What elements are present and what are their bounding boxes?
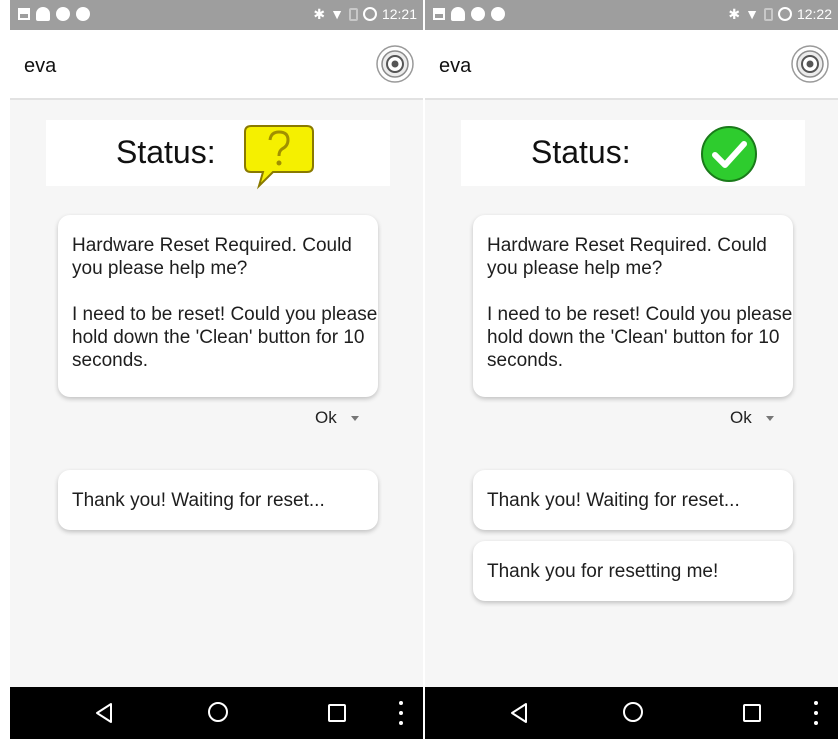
no-sim-icon [763, 7, 773, 21]
home-icon[interactable] [623, 702, 643, 722]
clock: 12:21 [381, 6, 417, 22]
ring-icon [362, 7, 377, 21]
image-notification-icon [18, 8, 30, 20]
response-text: Thank you for resetting me! [487, 560, 719, 582]
question-bubble-icon [244, 125, 314, 190]
more-vert-icon[interactable] [814, 701, 818, 725]
notification-dot-icon [76, 7, 90, 21]
notification-icons [18, 7, 90, 21]
app-title: eva [439, 55, 472, 77]
bluetooth-icon: ✱ [728, 6, 741, 22]
message-line: I need to be reset! Could you please hol… [487, 304, 793, 371]
response-text: Thank you! Waiting for reset... [487, 489, 740, 511]
image-notification-icon [433, 8, 445, 20]
message-line: Hardware Reset Required. Could you pleas… [72, 235, 352, 279]
response-card: Thank you for resetting me! [473, 541, 793, 601]
recents-icon[interactable] [743, 704, 761, 722]
status-bar: ✱ ▼ 12:22 [425, 0, 838, 30]
status-label: Status: [116, 134, 216, 170]
system-icons: ✱ ▼ 12:22 [728, 5, 832, 23]
target-icon[interactable] [375, 44, 415, 84]
reply-dropdown[interactable]: Ok [730, 408, 774, 428]
status-panel: Status: [46, 120, 390, 190]
app-bar: eva [10, 30, 423, 100]
reply-dropdown-value: Ok [315, 408, 337, 427]
notification-icons [433, 7, 505, 21]
reply-dropdown-value: Ok [730, 408, 752, 427]
wifi-icon: ▼ [745, 6, 759, 22]
no-sim-icon [348, 7, 358, 21]
app-bar: eva [425, 30, 838, 100]
response-card: Thank you! Waiting for reset... [58, 470, 378, 530]
bluetooth-icon: ✱ [313, 6, 326, 22]
back-icon[interactable] [94, 702, 114, 724]
message-card: Hardware Reset Required. Could you pleas… [58, 215, 378, 397]
dropdown-arrow-icon [765, 415, 774, 421]
clock: 12:22 [796, 6, 832, 22]
notification-icon [36, 7, 50, 21]
notification-dot-icon [491, 7, 505, 21]
status-panel: Status: [461, 120, 805, 186]
back-icon[interactable] [509, 702, 529, 724]
app-title: eva [24, 55, 57, 77]
ring-icon [777, 7, 792, 21]
check-circle-icon [701, 126, 757, 182]
reply-dropdown[interactable]: Ok [315, 408, 359, 428]
message-line: I need to be reset! Could you please hol… [72, 304, 378, 371]
phone-screen-right: ✱ ▼ 12:22 eva Status: Hardware Reset Req… [425, 0, 838, 739]
recents-icon[interactable] [328, 704, 346, 722]
wifi-icon: ▼ [330, 6, 344, 22]
notification-icon [451, 7, 465, 21]
dropdown-arrow-icon [350, 415, 359, 421]
phone-screen-left: ✱ ▼ 12:21 eva Status: Hardware Reset Req… [10, 0, 423, 739]
response-card: Thank you! Waiting for reset... [473, 470, 793, 530]
more-vert-icon[interactable] [399, 701, 403, 725]
message-line: Hardware Reset Required. Could you pleas… [487, 235, 767, 279]
home-icon[interactable] [208, 702, 228, 722]
message-card: Hardware Reset Required. Could you pleas… [473, 215, 793, 397]
target-icon[interactable] [790, 44, 830, 84]
response-text: Thank you! Waiting for reset... [72, 489, 325, 511]
notification-dot-icon [56, 7, 70, 21]
status-bar: ✱ ▼ 12:21 [10, 0, 423, 30]
navigation-bar [425, 687, 838, 739]
navigation-bar [10, 687, 423, 739]
notification-dot-icon [471, 7, 485, 21]
system-icons: ✱ ▼ 12:21 [313, 5, 417, 23]
status-label: Status: [531, 134, 631, 170]
